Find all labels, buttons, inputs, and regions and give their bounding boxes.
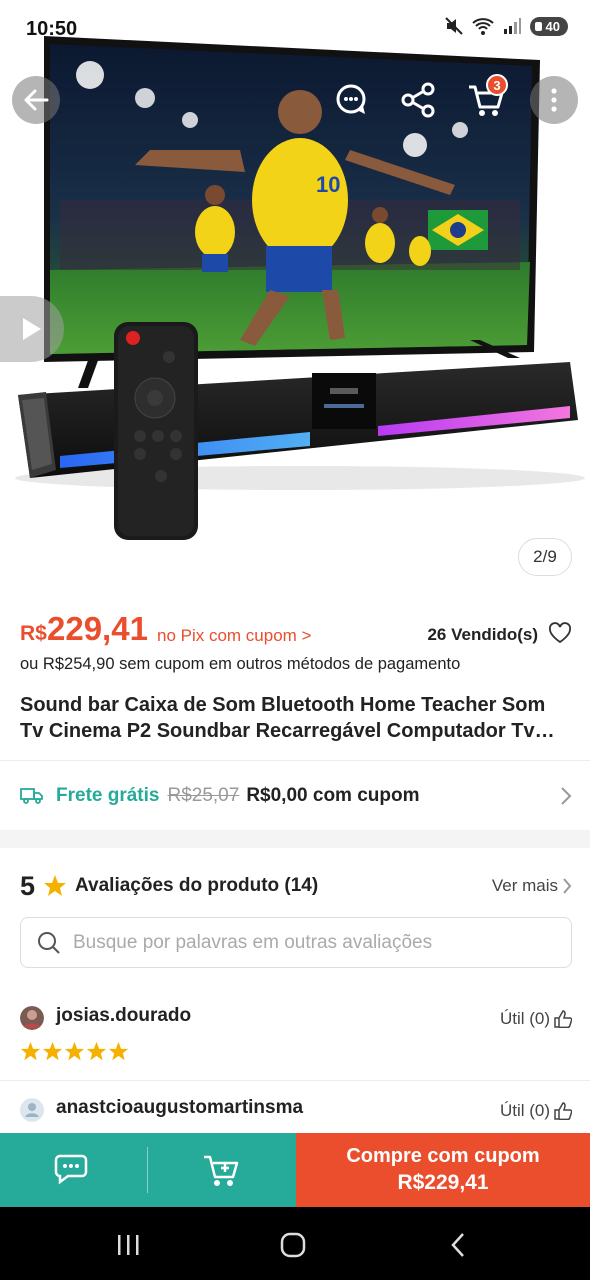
- status-bar: 10:50 40: [0, 12, 590, 48]
- star-icon: [20, 1041, 41, 1061]
- review-username: josias.dourado: [56, 1005, 192, 1026]
- status-icons: 40: [444, 16, 568, 36]
- useful-button[interactable]: Útil (0): [500, 1009, 572, 1029]
- image-counter: 2/9: [518, 538, 572, 576]
- star-icon: [42, 1041, 63, 1061]
- section-separator: [0, 830, 590, 848]
- star-icon: [64, 1041, 85, 1061]
- review-item[interactable]: anastcioaugustomartinsma Útil (0): [20, 1093, 572, 1127]
- review-username: anastcioaugustomartinsma: [56, 1097, 304, 1118]
- buy-button-price: R$229,41: [397, 1171, 489, 1194]
- thumbs-up-icon: [554, 1010, 572, 1028]
- status-time: 10:50: [26, 18, 78, 40]
- play-icon: [23, 318, 41, 340]
- home-icon: [280, 1232, 306, 1258]
- sold-count: 26 Vendido(s): [427, 625, 538, 644]
- truck-icon: [20, 788, 43, 804]
- star-icon: [44, 875, 67, 896]
- shipping-row[interactable]: Frete grátis R$25,07 R$0,00 com cupom: [20, 778, 572, 814]
- useful-button[interactable]: Útil (0): [500, 1101, 572, 1121]
- add-to-cart-button[interactable]: [148, 1133, 296, 1207]
- wifi-icon: [471, 18, 494, 35]
- chevron-right-icon: [561, 787, 572, 805]
- pix-coupon-link[interactable]: no Pix com cupom >: [157, 626, 312, 646]
- star-icon: [108, 1041, 129, 1061]
- back-chevron-icon: [451, 1233, 464, 1257]
- share-icon: [401, 82, 435, 118]
- star-icon: [86, 1041, 107, 1061]
- system-back-button[interactable]: [428, 1225, 488, 1265]
- share-button[interactable]: [394, 76, 442, 124]
- play-video-button[interactable]: [0, 296, 64, 362]
- chevron-right-icon: [563, 878, 572, 894]
- reviews-header: 5 Avaliações do produto (14) Ver mais: [20, 866, 572, 906]
- avatar: [20, 1006, 44, 1030]
- see-more-label: Ver mais: [491, 876, 558, 895]
- product-title: Sound bar Caixa de Som Bluetooth Home Te…: [20, 694, 546, 742]
- bottom-action-bar: Compre com cupom R$229,41: [0, 1133, 590, 1207]
- price-currency: R$: [20, 622, 47, 645]
- chat-icon: [54, 1154, 88, 1185]
- divider: [0, 1080, 590, 1081]
- recents-icon: [118, 1235, 139, 1255]
- divider: [0, 760, 590, 761]
- cart-button[interactable]: 3: [462, 74, 510, 124]
- more-icon: [551, 88, 557, 112]
- chat-seller-button[interactable]: [328, 76, 376, 124]
- svg-text:10: 10: [316, 172, 340, 197]
- cart-plus-icon: [204, 1155, 239, 1186]
- buy-button-label: Compre com cupom: [346, 1145, 540, 1167]
- mute-icon: [444, 17, 463, 35]
- useful-label: Útil (0): [499, 1009, 550, 1028]
- search-icon: [38, 931, 60, 954]
- buy-with-coupon-button[interactable]: Compre com cupom R$229,41: [296, 1133, 590, 1207]
- coupon-shipping-price: R$0,00 com cupom: [246, 785, 420, 806]
- more-options-button[interactable]: [530, 76, 578, 124]
- review-search-box[interactable]: [20, 917, 572, 968]
- heart-icon: [548, 622, 572, 644]
- thumbs-up-icon: [554, 1102, 572, 1120]
- useful-label: Útil (0): [499, 1101, 550, 1120]
- price-row: R$ 229,41 no Pix com cupom > 26 Vendido(…: [20, 610, 572, 654]
- reviews-title: Avaliações do produto (14): [75, 875, 319, 896]
- back-arrow-icon: [24, 89, 49, 111]
- review-stars: [20, 1041, 129, 1062]
- chat-button[interactable]: [0, 1133, 148, 1207]
- cart-count-badge: 3: [486, 74, 508, 96]
- back-button[interactable]: [12, 76, 60, 124]
- alternative-price: ou R$254,90 sem cupom em outros métodos …: [20, 655, 461, 673]
- signal-icon: [503, 18, 521, 34]
- system-navigation-bar: [0, 1207, 590, 1280]
- review-search-input[interactable]: [73, 931, 553, 954]
- original-shipping-price: R$25,07: [167, 785, 240, 806]
- price-value: 229,41: [47, 610, 148, 647]
- chat-icon: [336, 84, 366, 114]
- see-more-reviews-link[interactable]: Ver mais: [492, 876, 572, 896]
- home-button[interactable]: [263, 1225, 323, 1265]
- product-image-gallery[interactable]: 10 10:50 40 3 2/9: [0, 0, 590, 590]
- battery-indicator: 40: [529, 16, 568, 36]
- favorite-button[interactable]: [548, 622, 572, 649]
- secondary-actions: [0, 1133, 296, 1207]
- review-item[interactable]: josias.dourado Útil (0): [20, 1001, 572, 1035]
- rating-score: 5: [20, 870, 36, 901]
- avatar: [20, 1098, 44, 1122]
- free-shipping-label: Frete grátis: [56, 785, 160, 806]
- recent-apps-button[interactable]: [98, 1225, 158, 1265]
